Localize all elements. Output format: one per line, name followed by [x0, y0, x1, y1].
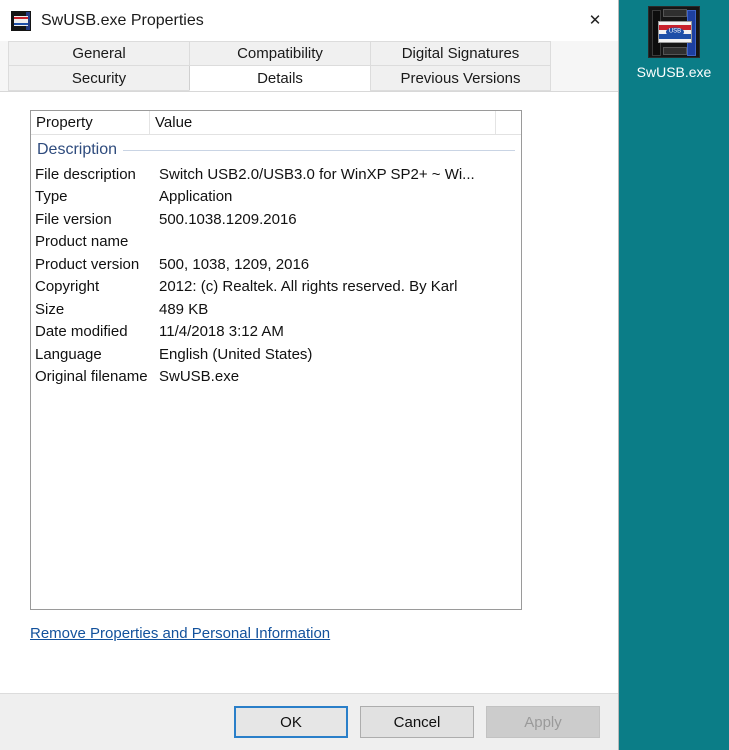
ok-button[interactable]: OK: [234, 706, 348, 738]
property-value: Switch USB2.0/USB3.0 for WinXP SP2+ ~ Wi…: [159, 165, 475, 183]
dialog-button-bar: OK Cancel Apply: [0, 693, 618, 750]
column-header-value[interactable]: Value: [150, 111, 496, 134]
property-name: Product name: [35, 233, 129, 251]
tab-compatibility[interactable]: Compatibility: [189, 41, 370, 66]
property-name: File version: [35, 210, 112, 228]
desktop-icon-swusb[interactable]: USB SwUSB.exe: [622, 6, 726, 98]
window-title: SwUSB.exe Properties: [41, 11, 204, 29]
column-header-property[interactable]: Property: [31, 111, 150, 134]
property-name: Original filename: [35, 368, 148, 386]
column-header-spacer[interactable]: [496, 111, 521, 134]
title-bar: SwUSB.exe Properties ✕: [0, 0, 618, 41]
tab-row-2: Security Details Previous Versions: [8, 66, 610, 91]
property-name: Type: [35, 188, 68, 206]
table-row[interactable]: Original filename SwUSB.exe: [31, 366, 521, 389]
property-name: Size: [35, 300, 65, 318]
group-header-label: Description: [37, 141, 124, 159]
details-pane: Property Value Description File descript…: [0, 91, 618, 693]
property-value: SwUSB.exe: [159, 368, 240, 386]
table-row[interactable]: Language English (United States): [31, 343, 521, 366]
apply-button: Apply: [486, 706, 600, 738]
tab-details[interactable]: Details: [189, 66, 370, 91]
remove-properties-link[interactable]: Remove Properties and Personal Informati…: [30, 625, 330, 642]
property-value: English (United States): [159, 345, 313, 363]
table-row[interactable]: File version 500.1038.1209.2016: [31, 208, 521, 231]
table-row[interactable]: Size 489 KB: [31, 298, 521, 321]
property-value: 2012: (c) Realtek. All rights reserved. …: [159, 278, 458, 296]
tab-strip: General Compatibility Digital Signatures…: [0, 41, 618, 91]
property-value: 500.1038.1209.2016: [159, 210, 297, 228]
group-header-description: Description: [31, 137, 521, 163]
table-row[interactable]: File description Switch USB2.0/USB3.0 fo…: [31, 163, 521, 186]
property-name: File description: [35, 165, 136, 183]
property-list[interactable]: Property Value Description File descript…: [30, 110, 522, 610]
property-list-header: Property Value: [31, 111, 521, 135]
tab-row-1: General Compatibility Digital Signatures: [8, 41, 610, 66]
properties-dialog: SwUSB.exe Properties ✕ General Compatibi…: [0, 0, 619, 750]
table-row[interactable]: Product version 500, 1038, 1209, 2016: [31, 253, 521, 276]
app-icon: [11, 10, 31, 31]
usb-icon-text: USB: [666, 27, 684, 37]
tab-digital-signatures[interactable]: Digital Signatures: [370, 41, 551, 66]
property-value: 500, 1038, 1209, 2016: [159, 255, 310, 273]
property-name: Product version: [35, 255, 140, 273]
property-name: Copyright: [35, 278, 100, 296]
property-name: Language: [35, 345, 102, 363]
close-icon[interactable]: ✕: [572, 0, 618, 41]
tab-previous-versions[interactable]: Previous Versions: [370, 66, 551, 91]
property-value: 489 KB: [159, 300, 209, 318]
property-value: Application: [159, 188, 233, 206]
table-row[interactable]: Product name: [31, 231, 521, 254]
desktop-icon-label: SwUSB.exe: [636, 64, 712, 80]
usb-icon: USB: [648, 6, 700, 58]
tab-general[interactable]: General: [8, 41, 189, 66]
table-row[interactable]: Copyright 2012: (c) Realtek. All rights …: [31, 276, 521, 299]
property-value: 11/4/2018 3:12 AM: [159, 323, 284, 341]
cancel-button[interactable]: Cancel: [360, 706, 474, 738]
property-name: Date modified: [35, 323, 128, 341]
tab-security[interactable]: Security: [8, 66, 189, 91]
screen: USB SwUSB.exe SwUSB.exe Properties ✕ Gen…: [0, 0, 729, 750]
table-row[interactable]: Type Application: [31, 186, 521, 209]
table-row[interactable]: Date modified 11/4/2018 3:12 AM: [31, 321, 521, 344]
